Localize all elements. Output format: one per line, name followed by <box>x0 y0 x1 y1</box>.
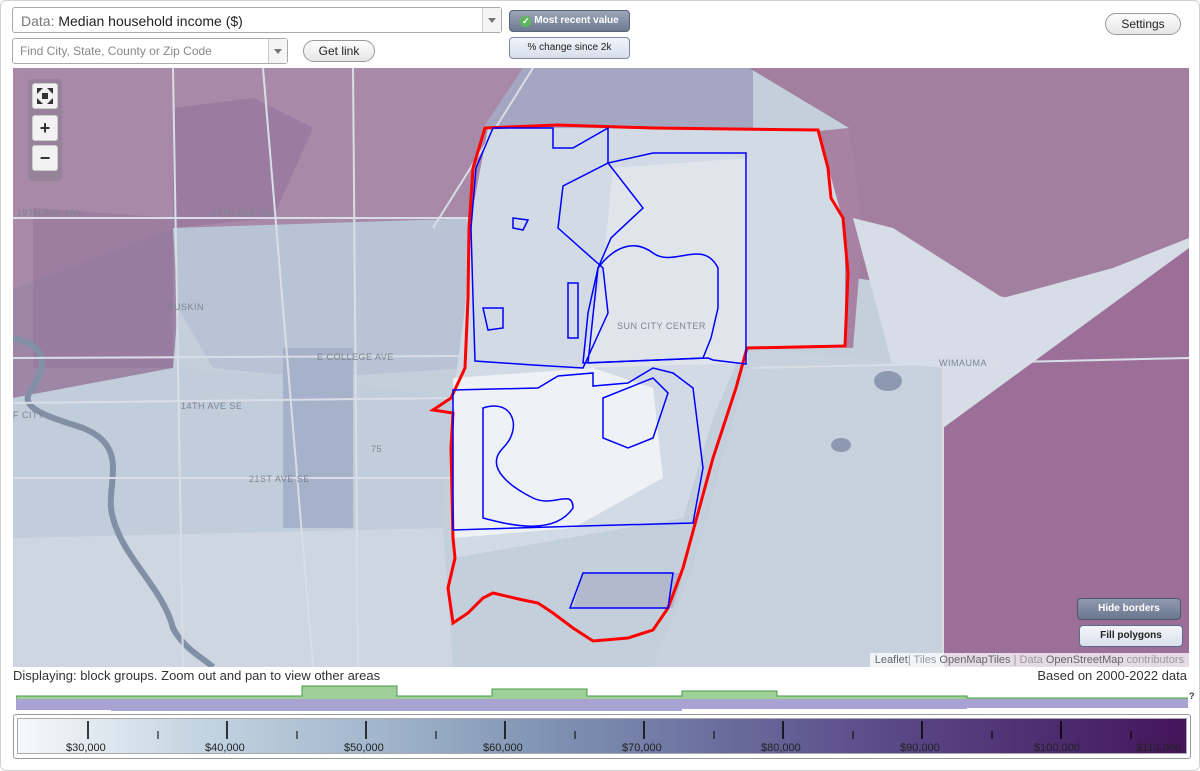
legend-ticks <box>87 721 1132 739</box>
area-south-block <box>573 573 683 608</box>
map-canvas <box>13 68 1189 667</box>
color-legend[interactable]: $30,000 $40,000 $50,000 $60,000 $70,000 … <box>13 714 1191 759</box>
legend-tick: $100,000 <box>1034 742 1080 754</box>
attribution-sep-1: | Tiles <box>907 654 940 666</box>
label-14th-ave-se: 14TH AVE SE <box>181 401 243 411</box>
data-value: Median household income ($) <box>58 13 243 29</box>
leaflet-link[interactable]: Leaflet <box>875 654 908 666</box>
settings-button[interactable]: Settings <box>1105 13 1181 35</box>
legend-tick: $110,000 <box>1136 742 1182 754</box>
label-19th-ave-nw: 19TH AVE NW <box>17 208 82 218</box>
help-icon[interactable]: ? <box>1189 691 1195 701</box>
region-sw1 <box>13 368 453 538</box>
data-label: Data: <box>21 13 55 29</box>
map-view[interactable]: 19TH AVE NW 19TH AVE NE RUSKIN E COLLEGE… <box>13 68 1189 667</box>
region-n <box>483 68 753 128</box>
app-frame: Data: Median household income ($) Get li… <box>0 0 1200 771</box>
most-recent-toggle[interactable]: ✓ Most recent value <box>509 10 630 32</box>
attribution-contrib: contributors <box>1123 654 1184 666</box>
legend-tick: $70,000 <box>622 742 662 754</box>
openmaptiles-link[interactable]: OpenMapTiles <box>939 654 1010 666</box>
check-icon: ✓ <box>520 16 532 27</box>
region-sw2 <box>13 528 453 667</box>
label-ruskin: RUSKIN <box>167 302 205 312</box>
fullscreen-icon[interactable] <box>32 83 58 109</box>
legend-gradient: $30,000 $40,000 $50,000 $60,000 $70,000 … <box>17 718 1187 754</box>
chevron-down-icon[interactable] <box>268 39 287 63</box>
label-wimauma: WIMAUMA <box>939 358 987 368</box>
label-route-75: 75 <box>371 444 383 454</box>
label-city: F CITY <box>13 410 45 420</box>
fill-polygons-button[interactable]: Fill polygons <box>1079 625 1183 647</box>
pct-change-toggle[interactable]: % change since 2k <box>509 37 630 59</box>
displaying-text: Displaying: block groups. Zoom out and p… <box>13 668 381 683</box>
lake-1 <box>874 371 902 391</box>
region-ruskin <box>33 208 173 368</box>
lake-2 <box>831 438 851 452</box>
distribution-histogram <box>16 685 1188 711</box>
attribution-sep-2: | Data <box>1010 654 1046 666</box>
data-select[interactable]: Data: Median household income ($) <box>12 7 502 33</box>
legend-tick: $60,000 <box>483 742 523 754</box>
label-21st-ave-se: 21ST AVE SE <box>249 474 310 484</box>
label-e-college-ave: E COLLEGE AVE <box>317 352 394 362</box>
fullscreen-glyph <box>37 88 53 104</box>
label-sun-city-center: SUN CITY CENTER <box>617 321 706 331</box>
search-combo[interactable] <box>12 38 288 64</box>
most-recent-label: Most recent value <box>534 15 619 26</box>
zoom-in-button[interactable]: + <box>32 115 58 141</box>
based-on-text: Based on 2000-2022 data <box>1037 668 1187 683</box>
map-attribution: Leaflet| Tiles OpenMapTiles | Data OpenS… <box>869 653 1189 667</box>
zoom-out-button[interactable]: − <box>32 145 58 171</box>
legend-tick: $40,000 <box>205 742 245 754</box>
data-select-value: Data: Median household income ($) <box>21 13 243 29</box>
legend-tick: $30,000 <box>66 742 106 754</box>
histogram-range <box>16 699 1188 711</box>
get-link-button[interactable]: Get link <box>303 40 375 62</box>
legend-tick: $50,000 <box>344 742 384 754</box>
hide-borders-button[interactable]: Hide borders <box>1077 598 1181 620</box>
chevron-down-icon[interactable] <box>482 8 501 32</box>
search-input[interactable] <box>20 42 260 60</box>
openstreetmap-link[interactable]: OpenStreetMap <box>1046 654 1124 666</box>
label-19th-ave-ne: 19TH AVE NE <box>211 208 273 218</box>
zoom-control: + − <box>28 79 62 181</box>
legend-tick: $80,000 <box>761 742 801 754</box>
legend-tick: $90,000 <box>900 742 940 754</box>
